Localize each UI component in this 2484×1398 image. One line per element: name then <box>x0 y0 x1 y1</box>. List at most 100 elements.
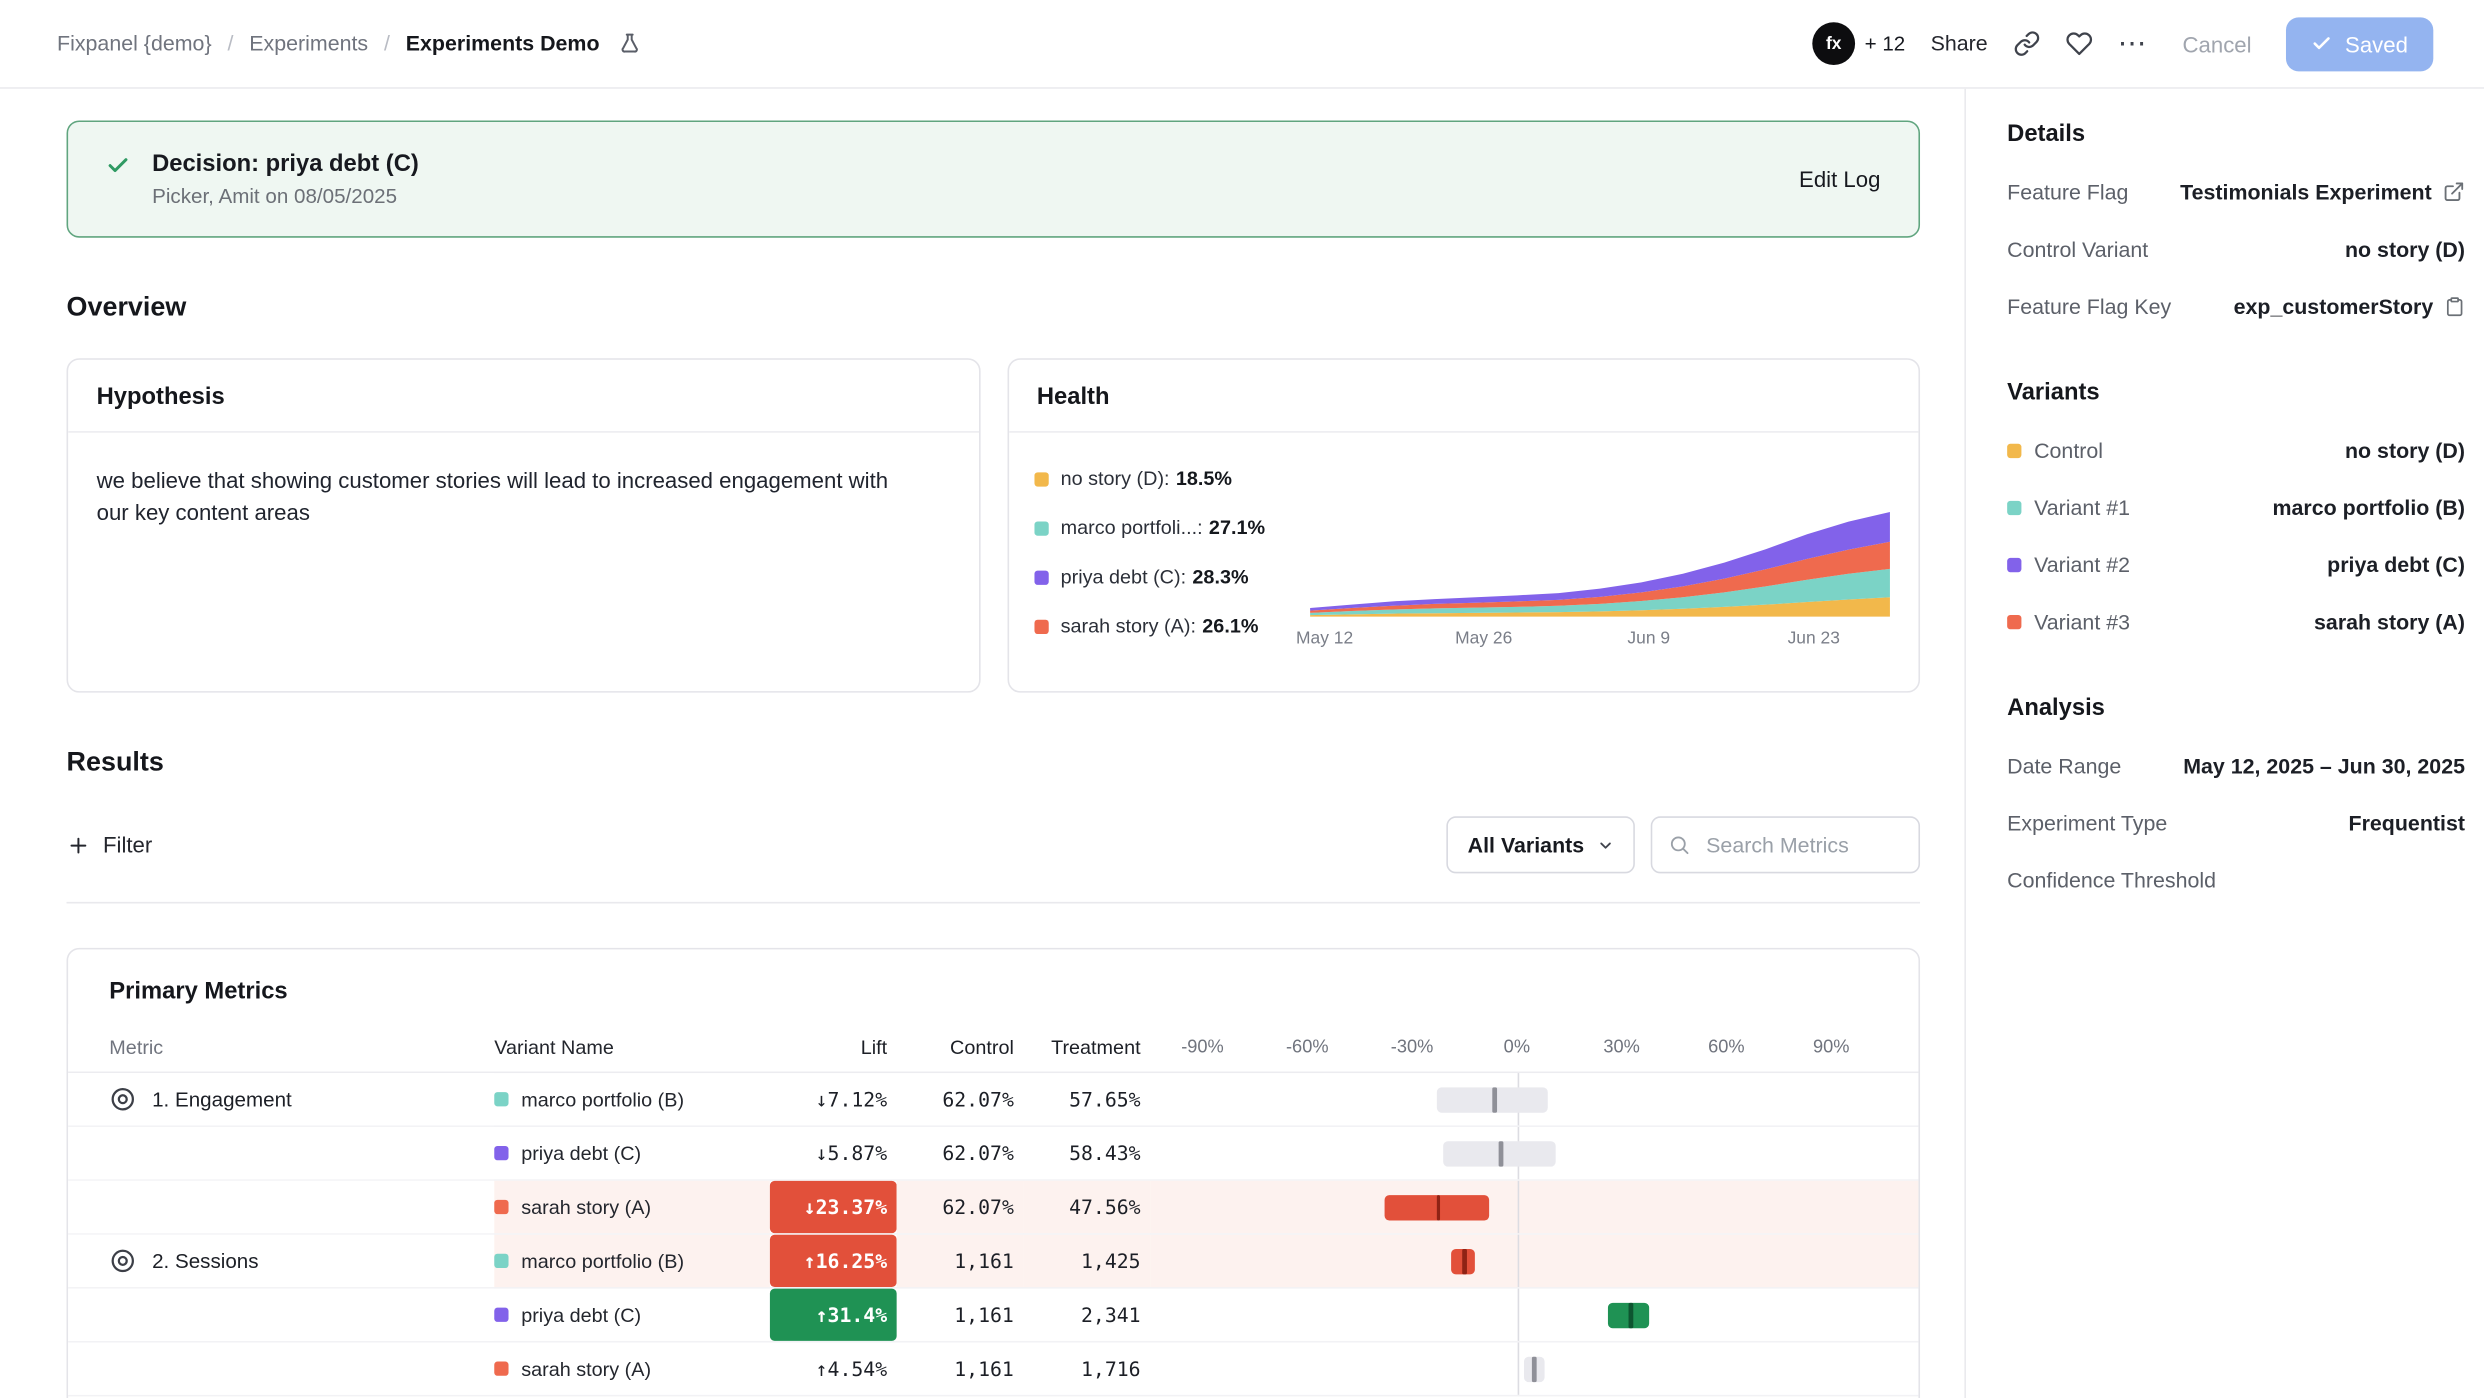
link-icon[interactable] <box>2013 30 2040 57</box>
variant-label: Variant #3 <box>2034 609 2130 633</box>
control-cell: 1,161 <box>897 1343 1024 1395</box>
date-range-label: Date Range <box>2007 754 2121 778</box>
legend-value: 27.1% <box>1209 517 1265 539</box>
table-row[interactable]: priya debt (C) ↑31.4% 1,161 2,341 <box>68 1289 1918 1343</box>
lift-cell: ↓23.37% <box>770 1181 897 1233</box>
check-icon <box>2312 33 2333 54</box>
col-metric: Metric <box>68 1024 494 1072</box>
variant-swatch <box>2007 443 2021 457</box>
check-icon <box>106 153 130 177</box>
variant-cell: priya debt (C) <box>494 1127 770 1179</box>
variant-row: Variant #1 marco portfolio (B) <box>2007 491 2465 523</box>
overview-heading: Overview <box>67 292 1920 324</box>
external-link-icon[interactable] <box>2443 181 2465 203</box>
analysis-heading: Analysis <box>2007 694 2465 721</box>
heart-icon[interactable] <box>2065 30 2092 57</box>
control-variant-value: no story (D) <box>2345 237 2465 261</box>
zero-gridline <box>1517 1181 1519 1233</box>
col-control: Control <box>897 1024 1024 1072</box>
share-button[interactable]: Share <box>1931 32 1988 56</box>
variant-value: marco portfolio (B) <box>2273 495 2465 519</box>
legend-item[interactable]: marco portfoli...: 27.1% <box>1034 517 1307 539</box>
legend-item[interactable]: priya debt (C): 28.3% <box>1034 566 1307 588</box>
table-row[interactable]: priya debt (C) ↓5.87% 62.07% 58.43% <box>68 1127 1918 1181</box>
confidence-threshold-row: Confidence Threshold <box>2007 864 2465 896</box>
plus-icon <box>67 833 91 857</box>
axis-tick: -60% <box>1286 1038 1329 1057</box>
metric-cell: 1. Engagement <box>68 1073 494 1125</box>
variant-name: marco portfolio (B) <box>521 1250 684 1272</box>
saved-button[interactable]: Saved <box>2286 17 2433 71</box>
variant-row: Variant #3 sarah story (A) <box>2007 605 2465 637</box>
table-row[interactable]: 1. Engagement marco portfolio (B) ↓7.12%… <box>68 1073 1918 1127</box>
control-cell: 1,161 <box>897 1235 1024 1287</box>
variant-label: Control <box>2034 438 2103 462</box>
col-variant-name: Variant Name <box>494 1024 770 1072</box>
ci-midline <box>1533 1356 1537 1381</box>
variant-cell: sarah story (A) <box>494 1181 770 1233</box>
experiment-type-value: Frequentist <box>2349 811 2465 835</box>
breadcrumb-current-page: Experiments Demo <box>406 32 600 56</box>
axis-tick: 60% <box>1708 1038 1744 1057</box>
variant-label: Variant #1 <box>2034 495 2130 519</box>
legend-item[interactable]: sarah story (A): 26.1% <box>1034 615 1307 637</box>
search-input[interactable] <box>1703 831 1899 858</box>
control-cell: 62.07% <box>897 1127 1024 1179</box>
avatar[interactable]: fx <box>1812 22 1855 65</box>
saved-label: Saved <box>2345 31 2408 56</box>
confidence-interval <box>1150 1343 1883 1395</box>
control-cell: 62.07% <box>897 1181 1024 1233</box>
table-row[interactable]: 2. Sessions marco portfolio (B) ↑16.25% … <box>68 1235 1918 1289</box>
variant-name: priya debt (C) <box>521 1142 641 1164</box>
legend-swatch <box>1034 472 1048 486</box>
cancel-button[interactable]: Cancel <box>2173 29 2261 58</box>
chevron-down-icon <box>1597 836 1614 853</box>
variants-dropdown[interactable]: All Variants <box>1447 816 1635 873</box>
legend-swatch <box>1034 521 1048 535</box>
lift-cell: ↓5.87% <box>770 1127 897 1179</box>
confidence-interval <box>1150 1181 1883 1233</box>
main-content: Decision: priya debt (C) Picker, Amit on… <box>0 89 1964 1398</box>
filter-button[interactable]: Filter <box>67 832 153 857</box>
toolbar-right: All Variants <box>1447 816 1920 873</box>
table-row[interactable]: sarah story (A) ↓23.37% 62.07% 47.56% <box>68 1181 1918 1235</box>
variant-name: priya debt (C) <box>521 1304 641 1326</box>
collaborator-count[interactable]: + 12 <box>1865 32 1906 56</box>
health-card: Health no story (D): 18.5% marco portfol… <box>1007 358 1920 692</box>
zero-gridline <box>1517 1235 1519 1287</box>
variant-value: sarah story (A) <box>2314 609 2465 633</box>
zero-gridline <box>1517 1289 1519 1341</box>
search-icon <box>1668 834 1690 856</box>
health-body: no story (D): 18.5% marco portfoli...: 2… <box>1008 433 1918 664</box>
control-variant-row: Control Variant no story (D) <box>2007 233 2465 265</box>
metric-cell <box>68 1127 494 1179</box>
variant-cell: marco portfolio (B) <box>494 1073 770 1125</box>
metric-cell <box>68 1181 494 1233</box>
ci-midline <box>1499 1140 1503 1165</box>
table-header-row: Metric Variant Name Lift Control Treatme… <box>68 1024 1918 1073</box>
confidence-interval <box>1150 1073 1883 1125</box>
date-range-value: May 12, 2025 – Jun 30, 2025 <box>2183 754 2465 778</box>
legend-item[interactable]: no story (D): 18.5% <box>1034 468 1307 490</box>
ci-cell <box>1150 1343 1918 1395</box>
hypothesis-card: Hypothesis we believe that showing custo… <box>67 358 980 692</box>
more-options-icon[interactable]: ⋯ <box>2118 27 2148 60</box>
variant-cell: marco portfolio (B) <box>494 1235 770 1287</box>
confidence-interval <box>1150 1289 1883 1341</box>
variant-swatch <box>494 1200 508 1214</box>
legend-swatch <box>1034 619 1048 633</box>
breadcrumb-workspace[interactable]: Fixpanel {demo} <box>57 32 212 56</box>
feature-flag-value[interactable]: Testimonials Experiment <box>2180 180 2432 204</box>
legend-label: no story (D): <box>1061 468 1170 490</box>
breadcrumb-experiments[interactable]: Experiments <box>249 32 368 56</box>
axis-tick: 90% <box>1813 1038 1849 1057</box>
edit-log-button[interactable]: Edit Log <box>1799 166 1880 191</box>
x-tick-label: May 26 <box>1455 629 1512 648</box>
decision-byline: Picker, Amit on 08/05/2025 <box>152 184 419 208</box>
table-row[interactable]: sarah story (A) ↑4.54% 1,161 1,716 <box>68 1343 1918 1397</box>
control-cell: 62.07% <box>897 1073 1024 1125</box>
ci-cell <box>1150 1289 1918 1341</box>
variant-swatch <box>494 1254 508 1268</box>
copy-icon[interactable] <box>2444 296 2465 317</box>
results-toolbar: Filter All Variants <box>67 816 1920 873</box>
